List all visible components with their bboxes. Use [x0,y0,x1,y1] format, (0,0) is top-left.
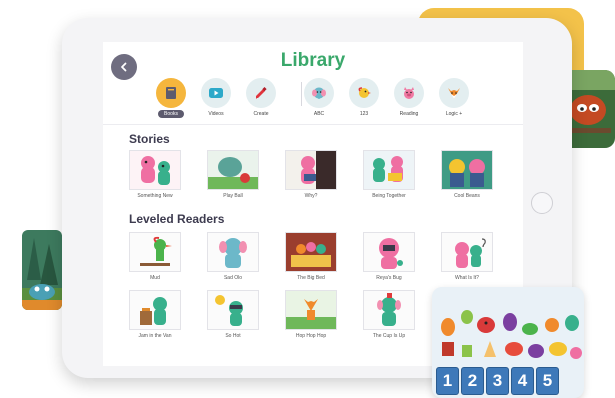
play-video-icon [209,88,223,98]
book-cover [129,232,181,272]
tab-label: Books [158,110,184,118]
crayon-icon [256,86,267,99]
book-title: Mud [150,275,160,281]
section-title-stories: Stories [129,132,170,146]
book-cover [207,290,259,330]
book-title: Why? [304,193,318,199]
book-cover [363,232,415,272]
number-button-4[interactable]: 4 [511,367,534,395]
tab-reading[interactable]: Reading [389,78,429,118]
tab-label: Reading [399,111,419,117]
tab-label: Create [253,111,269,117]
bird-icon [358,87,371,98]
book-card[interactable]: What Is It? [441,232,493,281]
book-card[interactable]: So Hot [207,290,259,339]
tablet-home-button[interactable] [531,192,553,214]
book-card[interactable]: Mud [129,232,181,281]
category-tabs: Books Videos Create ABC 123 Reading Logi… [103,78,523,122]
book-card[interactable]: Play Ball [207,150,259,199]
tab-123[interactable]: 123 [344,78,384,118]
book-card[interactable]: Hop Hop Hop [285,290,337,339]
tab-label: Videos [208,111,224,117]
tab-label: 123 [359,111,369,117]
book-title: What Is It? [455,275,479,281]
tab-abc[interactable]: ABC [299,78,339,118]
fox-icon [448,88,460,99]
book-card[interactable]: The Big Bed [285,232,337,281]
book-card[interactable]: Jam in the Van [129,290,181,339]
forest-creature-image [22,230,62,310]
book-title: Reya's Bug [376,275,402,281]
book-cover [129,150,181,190]
book-title: The Big Bed [297,275,325,281]
header-divider [103,124,523,125]
book-cover [207,232,259,272]
tab-create[interactable]: Create [241,78,281,118]
book-cover [129,290,181,330]
book-icon [166,87,176,99]
book-title: Hop Hop Hop [295,333,327,339]
book-title: Something New [137,193,173,199]
number-button-1[interactable]: 1 [436,367,459,395]
book-title: Jam in the Van [138,333,172,339]
book-cover [207,150,259,190]
tab-videos[interactable]: Videos [196,78,236,118]
elephant-icon [312,87,326,99]
number-buttons: 1 2 3 4 5 [436,367,559,397]
book-card[interactable]: The Cup Is Up [363,290,415,339]
book-title: Sad Olo [223,275,243,281]
fruit-vegetable-illustration [432,287,584,367]
page-title: Library [280,50,346,71]
book-title: Cool Beans [454,193,480,199]
book-card[interactable]: Sad Olo [207,232,259,281]
book-cover [363,290,415,330]
tab-label: ABC [313,111,325,117]
book-cover [285,232,337,272]
number-button-2[interactable]: 2 [461,367,484,395]
book-card[interactable]: Cool Beans [441,150,493,199]
book-card[interactable]: Reya's Bug [363,232,415,281]
book-card[interactable]: Something New [129,150,181,199]
book-cover [441,232,493,272]
book-cover [285,290,337,330]
book-cover [441,150,493,190]
tab-books[interactable]: Books [151,78,191,118]
book-title: So Hot [225,333,241,339]
tab-logic[interactable]: Logic + [434,78,474,118]
book-cover [363,150,415,190]
book-card[interactable]: Why? [285,150,337,199]
book-cover [285,150,337,190]
number-button-5[interactable]: 5 [536,367,559,395]
number-button-3[interactable]: 3 [486,367,509,395]
book-title: Being Together [372,193,406,199]
tab-label: Logic + [445,111,463,117]
book-title: Play Ball [223,193,243,199]
book-title: The Cup Is Up [372,333,406,339]
book-card[interactable]: Being Together [363,150,415,199]
section-title-leveled-readers: Leveled Readers [129,212,225,226]
counting-game-preview: 1 2 3 4 5 [432,287,584,398]
pig-icon [404,87,414,99]
